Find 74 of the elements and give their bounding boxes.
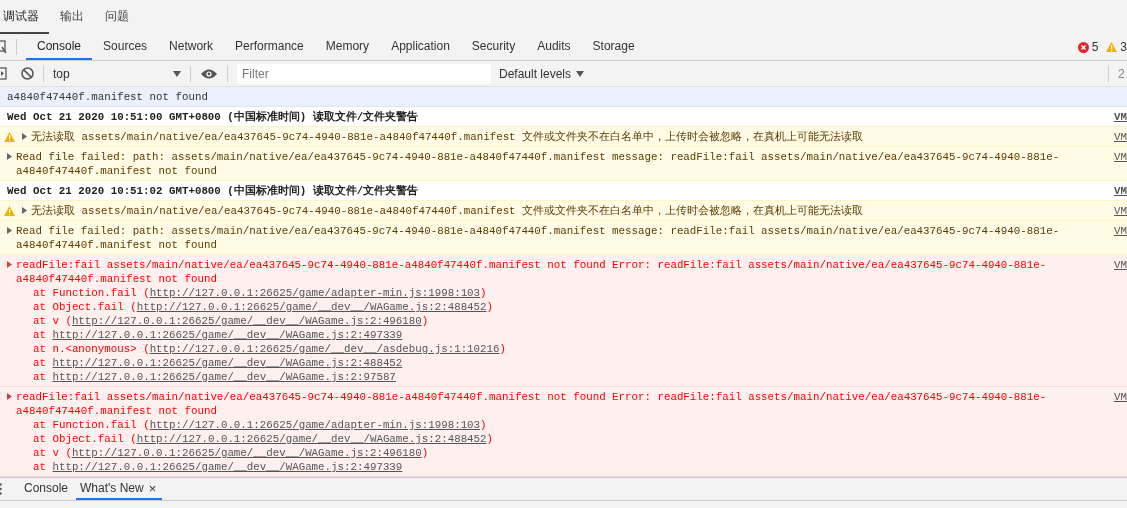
- devtools-tab[interactable]: Security: [460, 34, 527, 60]
- expand-arrow-icon[interactable]: [22, 207, 27, 214]
- stack-frame: at http://127.0.0.1:26625/game/__dev__/WAGame.js:2:497339: [7, 328, 1110, 342]
- stack-frame: at http://127.0.0.1:26625/game/__dev__/WAGame.js:2:497339: [7, 460, 1110, 474]
- drawer-tab[interactable]: Console: [20, 478, 75, 500]
- stack-frame: at http://127.0.0.1:26625/game/__dev__/WAGame.js:2:488452: [7, 356, 1110, 370]
- hidden-count: 2: [1118, 66, 1126, 81]
- source-link[interactable]: http://127.0.0.1:26625/game/__dev__/WAGame.js:2:488452: [136, 433, 487, 445]
- panel-tab[interactable]: 调试器: [0, 0, 49, 34]
- stack-frame: at n.<anonymous> (http://127.0.0.1:26625/game/__dev__/asdebug.js:1:10216): [7, 342, 1110, 356]
- warning-icon: [1106, 42, 1118, 52]
- source-link[interactable]: http://127.0.0.1:26625/game/adapter-min.js:1998:103: [149, 419, 481, 431]
- expand-arrow-icon[interactable]: [7, 261, 12, 268]
- source-link[interactable]: http://127.0.0.1:26625/game/adapter-min.js:1998:103: [149, 287, 481, 299]
- source-link[interactable]: VM: [1114, 130, 1127, 144]
- source-link[interactable]: http://127.0.0.1:26625/game/__dev__/WAGame.js:2:496180: [71, 447, 422, 459]
- warning-icon: [4, 132, 15, 142]
- source-link[interactable]: VM: [1114, 110, 1127, 124]
- error-count: 5: [1091, 40, 1099, 54]
- source-link[interactable]: http://127.0.0.1:26625/game/__dev__/WAGame.js:2:488452: [52, 357, 403, 369]
- devtools-tab[interactable]: Sources: [92, 34, 159, 60]
- source-link[interactable]: VM: [1114, 224, 1127, 238]
- source-link[interactable]: VM: [1114, 204, 1127, 218]
- message-text: Read file failed: path: assets/main/native/ea/ea437645-9c74-4940-881e-a4840f47440f.manifest message: readFile:fail assets/main/native/ea/ea437645-9c74-4940-881e-a4840f47440f.manifest not found: [16, 224, 1061, 252]
- clear-console-icon[interactable]: [21, 67, 34, 80]
- expand-arrow-icon[interactable]: [7, 227, 12, 234]
- expand-arrow-icon[interactable]: [7, 153, 12, 160]
- expand-arrow-icon[interactable]: [22, 133, 27, 140]
- sidebar-toggle-icon[interactable]: [0, 67, 7, 80]
- source-link[interactable]: http://127.0.0.1:26625/game/__dev__/WAGame.js:2:97587: [52, 371, 396, 383]
- stack-frame: at v (http://127.0.0.1:26625/game/__dev__/WAGame.js:2:496180): [7, 446, 1110, 460]
- message-text: 无法读取 assets/main/native/ea/ea437645-9c74-4940-881e-a4840f47440f.manifest 文件或文件夹不在白名单中，上传时会被忽略，在真机上可能无法读取: [31, 204, 865, 218]
- message-text: Read file failed: path: assets/main/native/ea/ea437645-9c74-4940-881e-a4840f47440f.manifest message: readFile:fail assets/main/native/ea/ea437645-9c74-4940-881e-a4840f47440f.manifest not found: [16, 150, 1061, 178]
- panel-tab[interactable]: 问题: [102, 0, 139, 34]
- message-text: 无法读取 assets/main/native/ea/ea437645-9c74-4940-881e-a4840f47440f.manifest 文件或文件夹不在白名单中，上传时会被忽略，在真机上可能无法读取: [31, 130, 865, 144]
- stack-frame: at Function.fail (http://127.0.0.1:26625/game/adapter-min.js:1998:103): [7, 418, 1110, 432]
- stack-frame: at Function.fail (http://127.0.0.1:26625/game/adapter-min.js:1998:103): [7, 286, 1110, 300]
- devtools-tab[interactable]: Audits: [526, 34, 582, 60]
- source-link[interactable]: http://127.0.0.1:26625/game/__dev__/asdebug.js:1:10216: [149, 343, 500, 355]
- source-link[interactable]: http://127.0.0.1:26625/game/__dev__/WAGame.js:2:488452: [136, 301, 487, 313]
- filter-field[interactable]: Filter: [237, 63, 491, 84]
- dropdown-caret-icon: [173, 70, 181, 77]
- warning-icon: [4, 206, 15, 216]
- expand-arrow-icon[interactable]: [7, 393, 12, 400]
- devtools-tab[interactable]: Storage: [581, 34, 646, 60]
- source-link[interactable]: http://127.0.0.1:26625/game/__dev__/WAGame.js:2:496180: [71, 315, 422, 327]
- devtools-tab[interactable]: Console: [26, 34, 93, 60]
- source-link[interactable]: http://127.0.0.1:26625/game/__dev__/WAGame.js:2:497339: [52, 329, 403, 341]
- stack-frame: at http://127.0.0.1:26625/game/__dev__/WAGame.js:2:97587: [7, 370, 1110, 384]
- devtools-tab[interactable]: Application: [380, 34, 461, 60]
- stack-frame: at v (http://127.0.0.1:26625/game/__dev__/WAGame.js:2:496180): [7, 314, 1110, 328]
- eye-icon[interactable]: [201, 68, 217, 79]
- message-text: a4840f47440f.manifest not found: [7, 90, 209, 104]
- stack-frame: at Object.fail (http://127.0.0.1:26625/game/__dev__/WAGame.js:2:488452): [7, 432, 1110, 446]
- more-icon[interactable]: [0, 483, 3, 495]
- close-tab-icon[interactable]: ×: [148, 480, 157, 496]
- stack-frame: at Object.fail (http://127.0.0.1:26625/game/__dev__/WAGame.js:2:488452): [7, 300, 1110, 314]
- source-link[interactable]: VM: [1114, 150, 1127, 164]
- context-select[interactable]: top: [53, 66, 181, 81]
- warning-count: 3: [1120, 40, 1127, 54]
- inspect-icon[interactable]: [0, 40, 7, 54]
- message-text: Wed Oct 21 2020 10:51:02 GMT+0800 (中国标准时间) 读取文件/文件夹警告: [7, 184, 420, 198]
- dropdown-caret-icon: [576, 70, 585, 77]
- message-text: Wed Oct 21 2020 10:51:00 GMT+0800 (中国标准时间) 读取文件/文件夹警告: [7, 110, 420, 124]
- panel-tab[interactable]: 输出: [57, 0, 94, 34]
- source-link[interactable]: http://127.0.0.1:26625/game/__dev__/WAGame.js:2:497339: [52, 461, 403, 473]
- devtools-tab[interactable]: Performance: [224, 34, 315, 60]
- error-icon: [1077, 41, 1089, 53]
- log-levels-dropdown[interactable]: Default levels: [499, 66, 585, 81]
- devtools-tab[interactable]: Memory: [314, 34, 381, 60]
- source-link[interactable]: VM: [1114, 184, 1127, 198]
- devtools-tab[interactable]: Network: [158, 34, 225, 60]
- source-link[interactable]: VM: [1114, 390, 1127, 404]
- source-link[interactable]: VM: [1114, 258, 1127, 272]
